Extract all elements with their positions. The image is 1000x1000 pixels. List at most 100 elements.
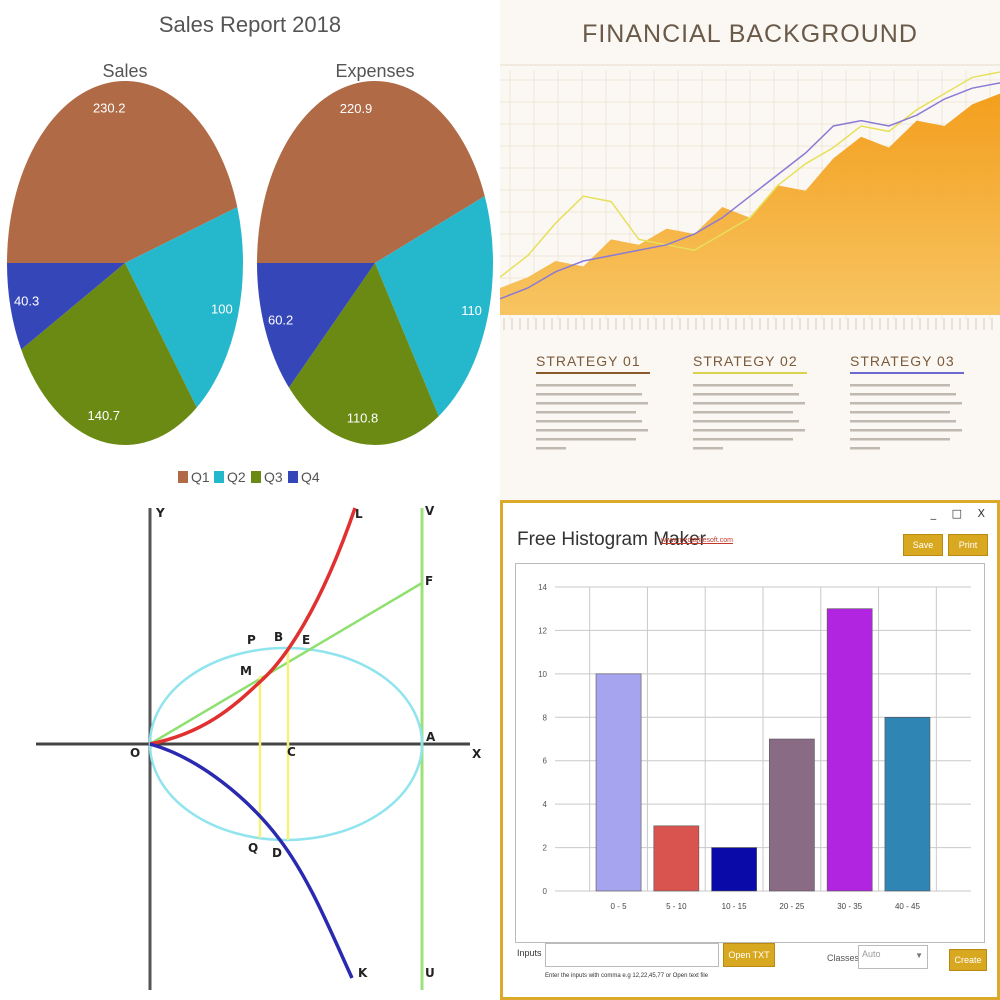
text-line [850,402,962,405]
window-controls[interactable]: _ □ X [931,507,991,520]
x-tick-label: 10 - 15 [722,902,747,911]
label-f: F [425,574,433,588]
strategy-03: STRATEGY 03 [850,353,964,450]
histogram-bar [595,673,642,892]
text-line [850,447,880,450]
strategy-03-title: STRATEGY 03 [850,353,955,369]
text-line [850,393,956,396]
sales-value-q3: 140.7 [87,408,120,423]
strategy-03-text [850,384,962,450]
y-tick-label: 4 [543,800,548,809]
legend-label-q3: Q3 [264,469,283,485]
label-q: Q [248,841,258,855]
expenses-pie: 220.9 110 110.8 60.2 [257,81,493,445]
create-button[interactable]: Create [949,949,987,971]
text-line [536,411,636,414]
expenses-value-q1: 220.9 [340,101,373,116]
inputs-field[interactable] [545,943,719,967]
x-tick-label: 20 - 25 [779,902,804,911]
strategy-01: STRATEGY 01 [536,353,650,450]
label-o: O [130,746,140,760]
curve-ok [149,742,354,979]
text-line [536,447,566,450]
expenses-pie-title: Expenses [335,61,414,81]
histogram-bar [884,716,931,892]
strategy-01-title: STRATEGY 01 [536,353,641,369]
legend-label-q2: Q2 [227,469,246,485]
pie-legend: Q1 Q2 Q3 Q4 [178,469,320,485]
text-line [850,420,956,423]
text-line [536,429,648,432]
histogram-bar [769,738,815,892]
website-link[interactable]: www.mediafiresoft.com [661,537,733,544]
text-line [693,384,793,387]
x-tick-label: 30 - 35 [837,902,862,911]
text-line [693,420,799,423]
sales-pie: 230.2 100 140.7 40.3 [7,81,243,446]
chevron-down-icon: ▼ [915,951,923,960]
financial-background-panel: FINANCIAL BACKGROUND STRATEGY 01 STRATEG… [500,0,1000,500]
y-tick-label: 12 [538,626,547,635]
print-button[interactable]: Print [948,534,988,556]
label-k: K [358,966,368,980]
text-line [850,384,950,387]
classes-label: Classes [827,953,860,963]
label-p: P [247,633,256,647]
legend-swatch-q4 [288,471,298,483]
label-e: E [302,633,310,647]
legend-swatch-q1 [178,471,188,483]
text-line [693,438,793,441]
inputs-hint: Enter the inputs with comma e.g 12,22,45… [545,973,709,979]
text-line [850,411,950,414]
x-tick-label: 5 - 10 [666,902,687,911]
expenses-value-q2: 110 [461,303,482,318]
text-line [693,447,723,450]
histogram-bar [711,847,757,892]
label-m: M [240,664,252,678]
text-line [693,402,805,405]
y-tick-label: 8 [543,713,548,722]
classes-select-value: Auto [862,949,881,959]
text-line [850,438,950,441]
y-tick-label: 6 [543,757,548,766]
pie-chart-panel: Sales Report 2018 Sales Expenses 230.2 10… [0,0,500,500]
label-l: L [355,507,363,521]
legend-swatch-q2 [214,471,224,483]
strategy-02-text [693,384,805,450]
sales-value-q1: 230.2 [93,100,126,115]
legend-label-q4: Q4 [301,469,320,485]
sales-value-q4: 40.3 [14,293,39,308]
text-line [693,429,805,432]
line-of [149,581,423,746]
geometry-diagram-panel: Y L V F P B E M O C A X Q D K U [0,500,500,1000]
save-button[interactable]: Save [903,534,943,556]
window-frame: _ □ X Free Histogram Maker www.mediafire… [500,500,1000,1000]
classes-select[interactable]: Auto ▼ [858,945,928,969]
text-line [693,393,799,396]
histogram-bar [826,608,873,892]
text-line [536,393,642,396]
y-tick-label: 14 [538,583,547,592]
strategy-02: STRATEGY 02 [693,353,807,450]
sales-value-q2: 100 [211,302,233,317]
y-tick-label: 10 [538,670,547,679]
x-tick-label: 0 - 5 [611,902,628,911]
text-line [536,438,636,441]
open-txt-file-button[interactable]: Open TXT file [723,943,775,982]
inputs-label: Inputs [517,948,542,958]
text-line [536,384,636,387]
label-v: V [425,504,435,518]
y-tick-label: 2 [543,844,548,853]
label-u: U [425,966,435,980]
label-d: D [272,846,282,860]
text-line [536,402,648,405]
text-line [850,429,962,432]
text-line [536,420,642,423]
histogram-app-window: _ □ X Free Histogram Maker www.mediafire… [500,500,1000,1000]
y-tick-label: 0 [543,887,548,896]
geometry-svg: Y L V F P B E M O C A X Q D K U [36,504,482,990]
label-x: X [472,747,482,761]
pie-chart-svg: Sales Report 2018 Sales Expenses 230.2 10… [7,12,493,485]
expenses-value-q3: 110.8 [347,410,379,425]
label-c: C [287,745,296,759]
